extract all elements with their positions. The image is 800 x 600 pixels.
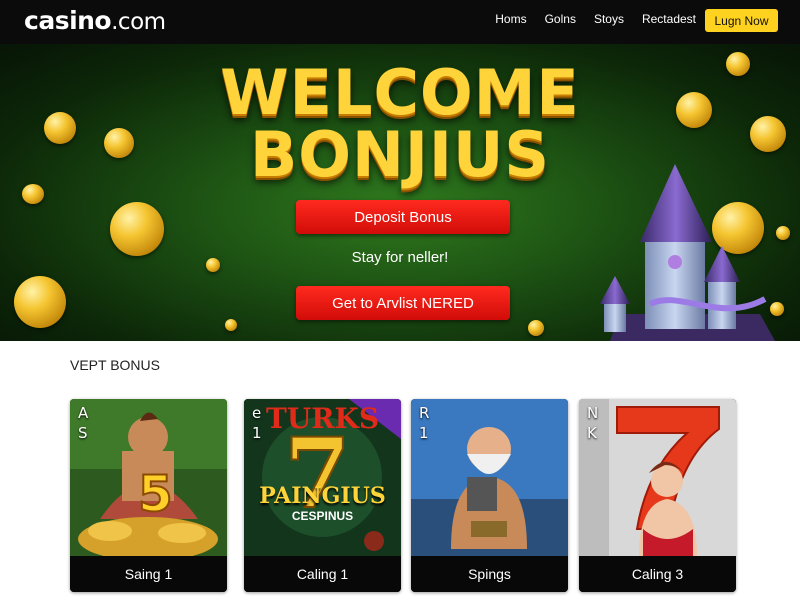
game-card[interactable]: 5 A S Saing 1 — [70, 399, 227, 592]
viking-slot-art-icon — [411, 399, 568, 556]
top-navigation-bar: casino.com Homs Golns Stoys Rectadest Lu… — [0, 0, 800, 44]
card-tag-line1: A — [78, 404, 93, 422]
card-caption: Saing 1 — [70, 556, 227, 592]
card-tag: R 1 — [419, 403, 433, 443]
logo-suffix-text: .com — [111, 9, 166, 35]
site-logo[interactable]: casino.com — [24, 6, 166, 35]
card-caption: Caling 3 — [579, 556, 736, 592]
card-tag-line2: K — [587, 424, 601, 442]
svg-text:5: 5 — [138, 465, 173, 523]
coin-decoration — [225, 319, 237, 331]
card-caption: Caling 1 — [244, 556, 401, 592]
login-button[interactable]: Lugn Now — [705, 9, 778, 32]
cta-button[interactable]: Get to Arvlist NERED — [296, 286, 510, 320]
nav-link-games[interactable]: Golns — [545, 12, 576, 26]
coin-decoration — [110, 202, 164, 256]
logo-main-text: casino — [24, 6, 112, 35]
deposit-bonus-button[interactable]: Deposit Bonus — [296, 200, 510, 234]
card-caption: Spings — [411, 556, 568, 592]
card-art-banner: TURKS — [266, 402, 380, 435]
card-tag-line2: 1 — [252, 424, 266, 442]
nav-link-recent[interactable]: Rectadest — [642, 12, 696, 26]
card-tag-line1: N — [587, 404, 603, 422]
main-nav: Homs Golns Stoys Rectadest — [495, 12, 696, 26]
castle-illustration — [600, 164, 775, 341]
card-tag: e 1 — [252, 403, 266, 443]
coin-decoration — [14, 276, 66, 328]
card-tag: N K — [587, 403, 602, 443]
game-card[interactable]: 7 TURKS PAINGIUS CESPINUS e 1 Caling 1 — [244, 399, 401, 592]
game-card[interactable]: N K Caling 3 — [579, 399, 736, 592]
card-art-subtitle: CESPINUS — [291, 509, 354, 523]
card-tag-line2: S — [78, 424, 92, 442]
nav-link-slots[interactable]: Stoys — [594, 12, 624, 26]
warrior-slot-art-icon: 5 — [70, 399, 227, 556]
section-title: VEPT BONUS — [70, 357, 160, 373]
seven-lady-slot-art-icon — [579, 399, 736, 556]
card-art-title: PAINGIUS — [259, 483, 386, 509]
card-tag: A S — [78, 403, 92, 443]
nav-link-home[interactable]: Homs — [495, 12, 526, 26]
card-tag-line1: e — [252, 404, 266, 422]
game-card[interactable]: R 1 Spings — [411, 399, 568, 592]
card-tag-line2: 1 — [419, 424, 433, 442]
coin-decoration — [528, 320, 544, 336]
hero-banner: WELCOME BONJIUS Deposit Bonus Stay for n… — [0, 44, 800, 341]
card-tag-line1: R — [419, 404, 434, 422]
